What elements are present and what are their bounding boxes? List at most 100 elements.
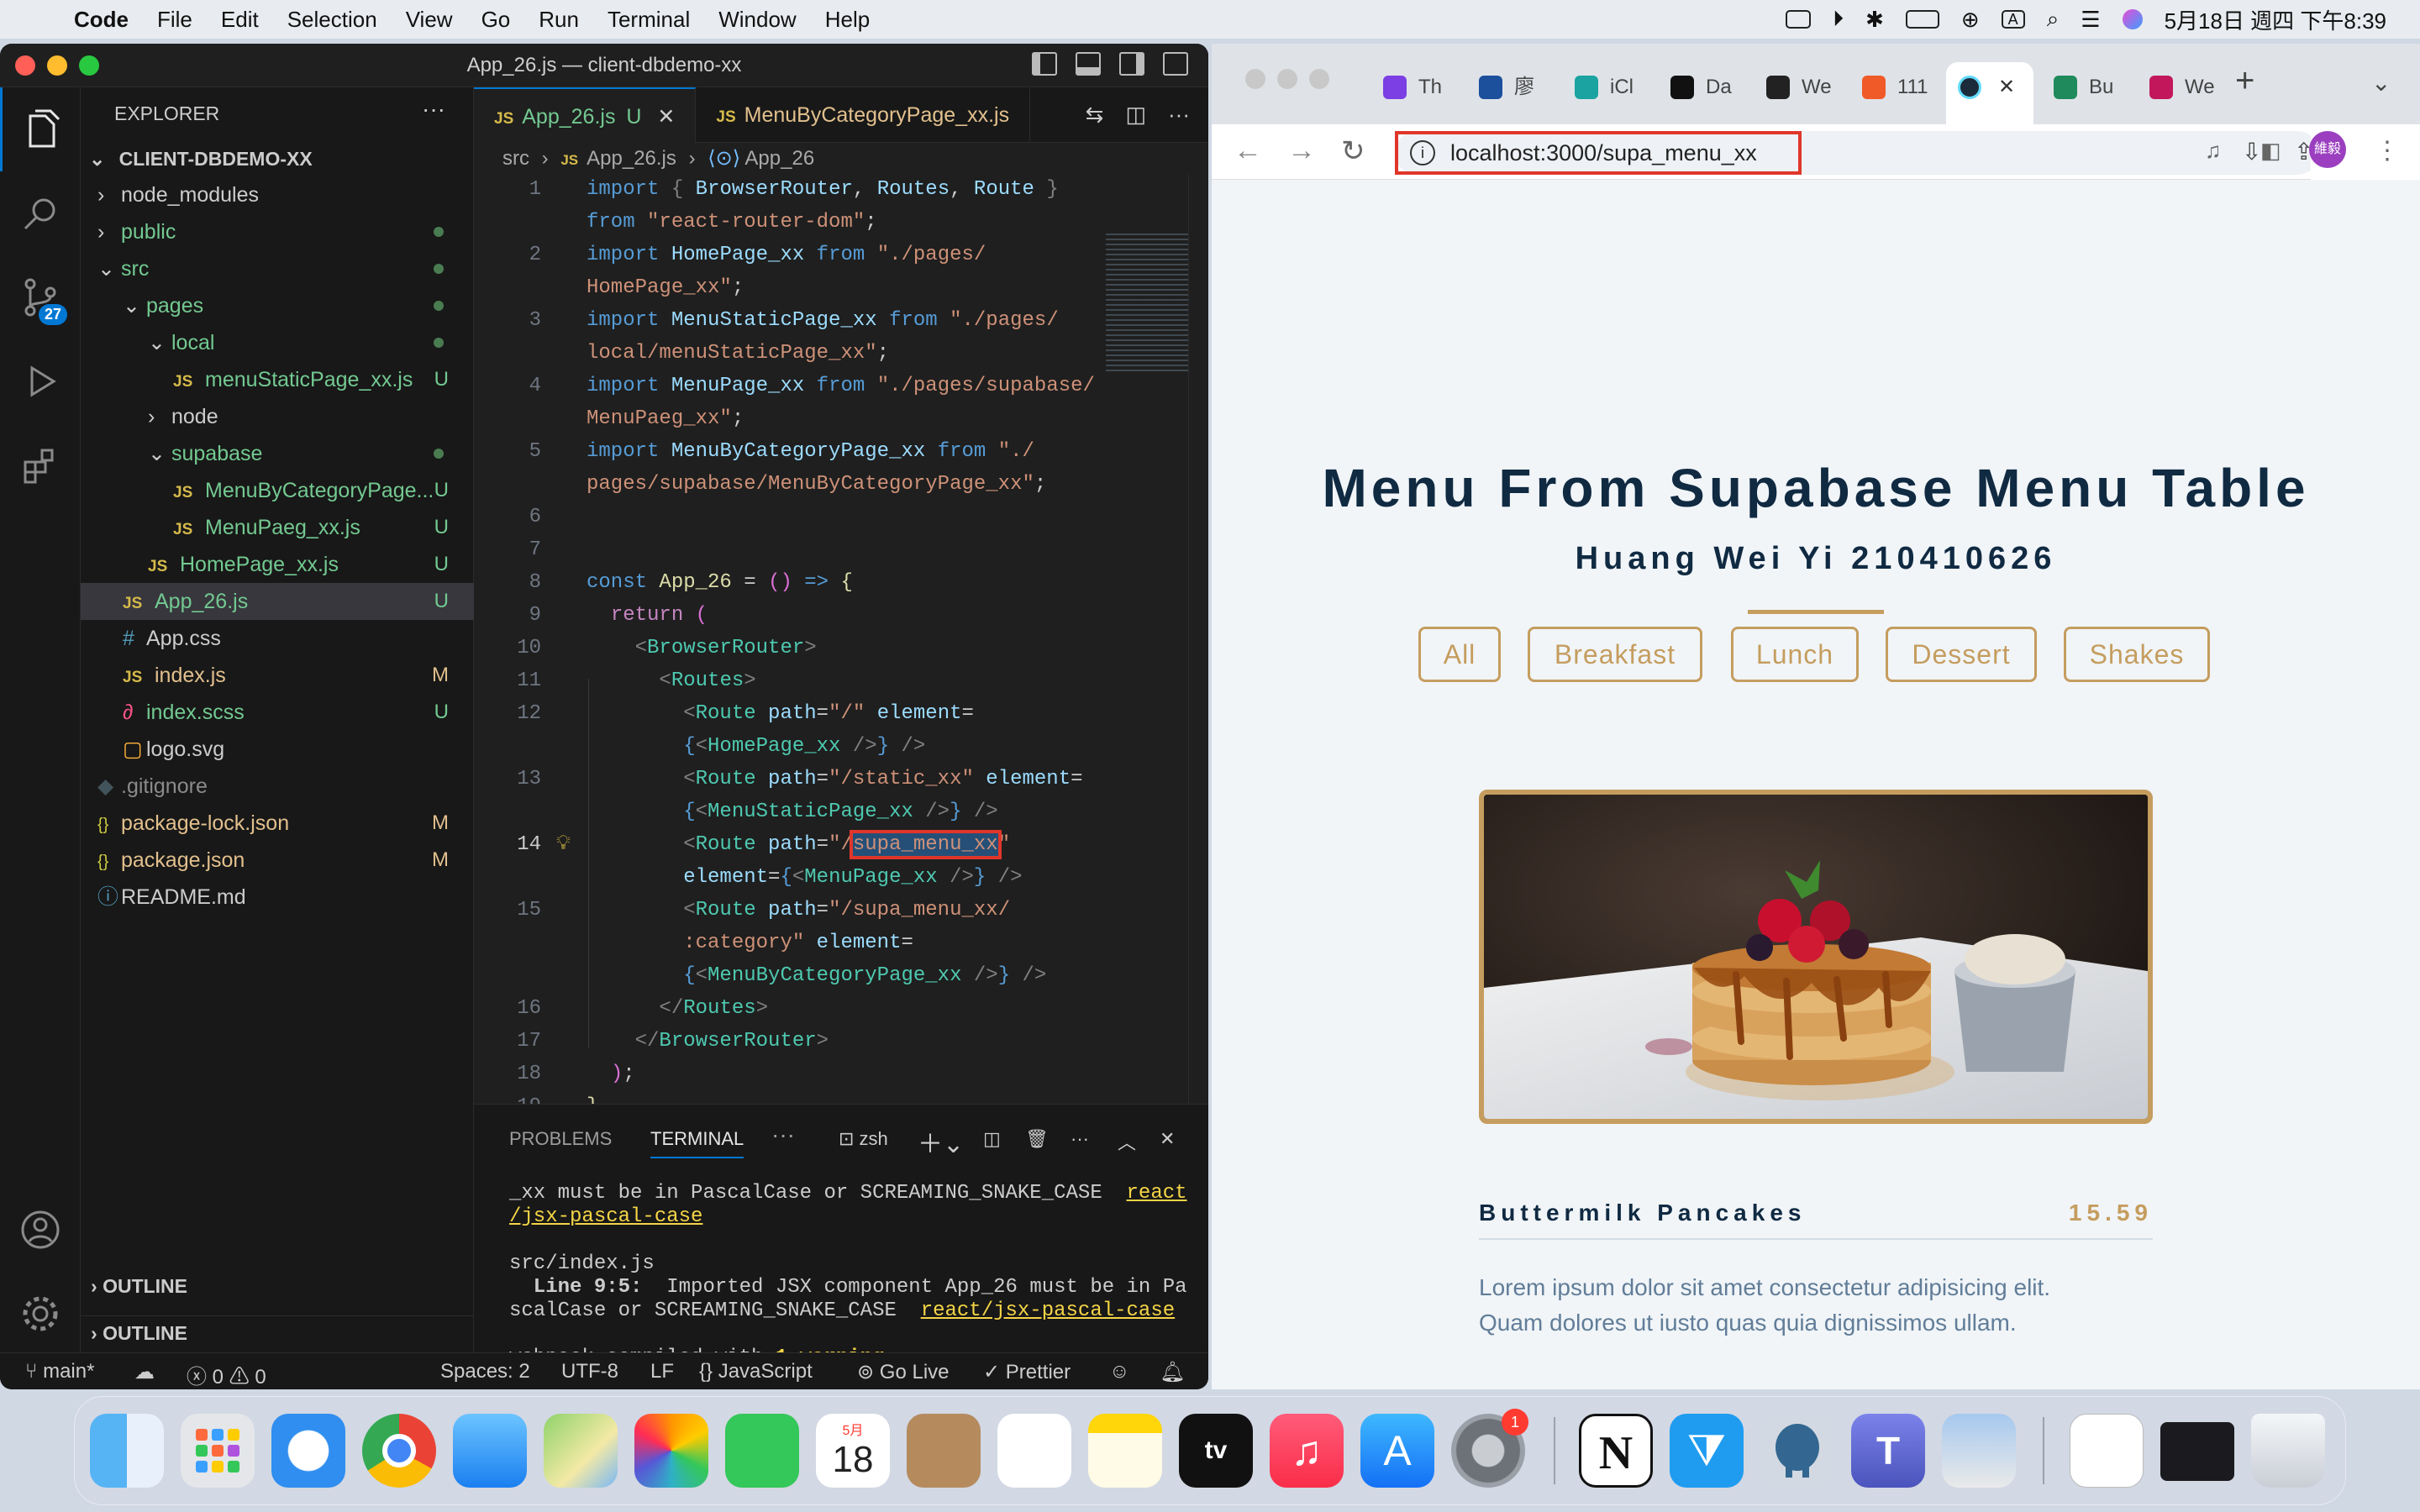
code-line[interactable]: {<MenuStaticPage_xx />} /> bbox=[474, 797, 1208, 827]
tab-problems[interactable]: PROBLEMS bbox=[509, 1128, 612, 1150]
tree-item[interactable]: ⌄ supabase bbox=[81, 435, 474, 472]
facetime-icon[interactable] bbox=[725, 1414, 799, 1488]
browser-tab[interactable]: 廖 bbox=[1467, 62, 1561, 113]
indentation-indicator[interactable]: Spaces: 2 bbox=[440, 1360, 530, 1383]
rule-link[interactable]: react bbox=[1127, 1182, 1187, 1205]
code-line[interactable]: element={<MenuPage_xx />} /> bbox=[474, 863, 1208, 893]
tree-item[interactable]: JS index.js M bbox=[81, 657, 474, 694]
reminders-icon[interactable] bbox=[997, 1414, 1071, 1488]
code-line[interactable]: 1 import { BrowserRouter, Routes, Route } bbox=[474, 175, 1208, 205]
browser-tab[interactable]: Th bbox=[1371, 62, 1465, 113]
code-line[interactable]: MenuPaeg_xx"; bbox=[474, 404, 1208, 434]
appletv-icon[interactable]: tv bbox=[1179, 1414, 1253, 1488]
code-line[interactable]: 18 ); bbox=[474, 1059, 1208, 1089]
editor-scrollbar[interactable] bbox=[1188, 175, 1208, 1104]
calendar-icon[interactable]: 5月 18 bbox=[816, 1414, 890, 1488]
reload-button[interactable]: ↻ bbox=[1341, 134, 1365, 168]
project-root[interactable]: ⌄ CLIENT-DBDEMO-XX bbox=[89, 148, 467, 171]
close-window-button[interactable] bbox=[1245, 69, 1265, 89]
close-window-button[interactable] bbox=[15, 55, 35, 76]
siri-icon[interactable] bbox=[2122, 9, 2143, 29]
menu-edit[interactable]: Edit bbox=[221, 7, 259, 33]
toggle-sidebar-icon[interactable] bbox=[1032, 52, 1057, 76]
input-source-icon[interactable]: A bbox=[2001, 10, 2025, 29]
media-controls-icon[interactable]: ♫ bbox=[2205, 138, 2222, 164]
music-icon[interactable]: ♫ bbox=[1270, 1414, 1344, 1488]
menu-view[interactable]: View bbox=[406, 7, 453, 33]
tree-item[interactable]: JS MenuPaeg_xx.js U bbox=[81, 509, 474, 546]
menu-help[interactable]: Help bbox=[825, 7, 870, 33]
tree-item[interactable]: ⓘ README.md bbox=[81, 879, 474, 916]
code-line[interactable]: 5 import MenuByCategoryPage_xx from "./ bbox=[474, 437, 1208, 467]
postgres-icon[interactable] bbox=[1760, 1414, 1834, 1488]
chrome-icon[interactable] bbox=[362, 1414, 436, 1488]
lightbulb-icon[interactable]: 💡︎ bbox=[556, 830, 571, 860]
keyboard-status-icon[interactable] bbox=[1786, 10, 1812, 29]
zoom-window-button[interactable] bbox=[1309, 69, 1329, 89]
trash-icon[interactable] bbox=[2251, 1414, 2325, 1488]
category-breakfast-button[interactable]: Breakfast bbox=[1528, 627, 1702, 682]
code-area[interactable]: 1 import { BrowserRouter, Routes, Route }… bbox=[474, 175, 1208, 1118]
breadcrumb-src[interactable]: src bbox=[502, 147, 529, 170]
install-app-icon[interactable]: ⇩ bbox=[2242, 138, 2261, 165]
notion-icon[interactable]: N bbox=[1579, 1414, 1653, 1488]
code-line[interactable]: 12 <Route path="/" element= bbox=[474, 699, 1208, 729]
code-line[interactable]: 14 <Route path="/supa_menu_xx" 💡︎ bbox=[474, 830, 1208, 860]
notifications-bell-icon[interactable]: 🔔︎ bbox=[1160, 1360, 1185, 1384]
open-changes-icon[interactable]: ⇆ bbox=[1086, 102, 1104, 128]
url-field[interactable]: i localhost:3000/supa_menu_xx bbox=[1395, 131, 1802, 175]
tree-item[interactable]: ∂ index.scss U bbox=[81, 694, 474, 731]
battery-status-icon[interactable] bbox=[1905, 10, 1939, 29]
panel-more-icon[interactable]: ··· bbox=[771, 1121, 795, 1148]
browser-tab[interactable]: Bu bbox=[2042, 62, 2136, 113]
recent-doc-icon[interactable] bbox=[2070, 1414, 2144, 1488]
tree-item[interactable]: › node bbox=[81, 398, 474, 435]
close-tab-icon[interactable]: ✕ bbox=[1998, 62, 2015, 113]
prettier-indicator[interactable]: ✓ Prettier bbox=[983, 1360, 1071, 1384]
profile-avatar[interactable]: 維毅 bbox=[2309, 131, 2346, 168]
menu-run[interactable]: Run bbox=[539, 7, 579, 33]
code-line[interactable]: 4 import MenuPage_xx from "./pages/supaba… bbox=[474, 371, 1208, 402]
go-live-button[interactable]: ⊚ Go Live bbox=[857, 1360, 950, 1384]
new-tab-button[interactable]: + bbox=[2235, 62, 2254, 100]
problems-indicator[interactable]: ⓧ 0 ⚠ 0 bbox=[187, 1360, 266, 1389]
code-line[interactable]: pages/supabase/MenuByCategoryPage_xx"; bbox=[474, 470, 1208, 500]
mail-icon[interactable] bbox=[453, 1414, 527, 1488]
tab-terminal[interactable]: TERMINAL bbox=[650, 1128, 744, 1158]
feedback-icon[interactable]: ☺ bbox=[1109, 1360, 1130, 1383]
chrome-menu-icon[interactable]: ⋮ bbox=[2375, 136, 2400, 165]
tree-item[interactable]: › public bbox=[81, 213, 474, 250]
settings-icon[interactable]: 1 bbox=[1451, 1409, 1528, 1488]
tree-item[interactable]: ⌄ pages bbox=[81, 287, 474, 324]
customize-layout-icon[interactable] bbox=[1163, 52, 1188, 76]
tree-item[interactable]: JS MenuByCategoryPage... U bbox=[81, 472, 474, 509]
browser-tab[interactable]: We bbox=[2138, 62, 2232, 113]
contacts-icon[interactable] bbox=[907, 1414, 981, 1488]
eol-indicator[interactable]: LF bbox=[650, 1360, 674, 1383]
minimize-window-button[interactable] bbox=[47, 55, 67, 76]
preview-icon[interactable] bbox=[1942, 1414, 2016, 1488]
language-indicator[interactable]: {} JavaScript bbox=[699, 1360, 813, 1383]
close-panel-icon[interactable]: ✕ bbox=[1160, 1128, 1175, 1150]
code-line[interactable]: 3 import MenuStaticPage_xx from "./pages/ bbox=[474, 306, 1208, 336]
code-line[interactable]: 15 <Route path="/supa_menu_xx/ bbox=[474, 895, 1208, 926]
tree-item[interactable]: › node_modules bbox=[81, 176, 474, 213]
code-line[interactable]: 11 <Routes> bbox=[474, 666, 1208, 696]
tree-item[interactable]: ◆ .gitignore bbox=[81, 768, 474, 805]
appstore-icon[interactable]: A bbox=[1360, 1414, 1434, 1488]
back-button[interactable]: ← bbox=[1234, 134, 1262, 167]
browser-tab[interactable]: 111 bbox=[1850, 62, 1944, 113]
rule-link[interactable]: react/jsx-pascal-case bbox=[921, 1299, 1175, 1322]
outline-section[interactable]: › OUTLINE bbox=[91, 1322, 187, 1345]
accounts-icon[interactable] bbox=[0, 1188, 81, 1272]
search-activity-icon[interactable] bbox=[0, 171, 81, 255]
tree-item[interactable]: ⌄ src bbox=[81, 250, 474, 287]
category-lunch-button[interactable]: Lunch bbox=[1731, 627, 1859, 682]
terminal-more-icon[interactable]: ··· bbox=[1071, 1128, 1089, 1150]
photos-icon[interactable] bbox=[634, 1414, 708, 1488]
zoom-window-button[interactable] bbox=[79, 55, 99, 76]
code-line[interactable]: 6 bbox=[474, 502, 1208, 533]
code-line[interactable]: local/menuStaticPage_xx"; bbox=[474, 339, 1208, 369]
settings-gear-icon[interactable] bbox=[0, 1272, 81, 1356]
recent-window-icon[interactable] bbox=[2160, 1422, 2234, 1481]
